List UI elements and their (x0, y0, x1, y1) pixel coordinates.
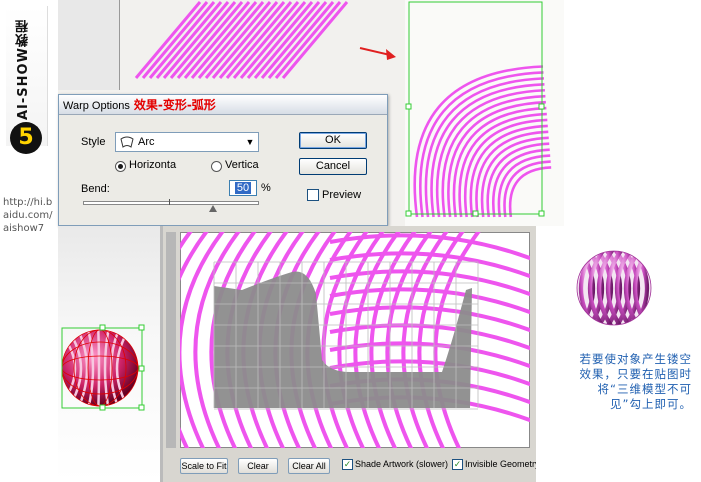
site-url: http://hi.b aidu.com/ aishow7 (3, 197, 53, 234)
title-annotation: 效果-变形-弧形 (133, 98, 216, 112)
hollow-3d-sphere (576, 250, 652, 326)
invisible-geometry-checkbox[interactable]: ✓ (452, 459, 463, 470)
selected-3d-sphere (61, 324, 145, 411)
scale-to-fit-button[interactable]: Scale to Fit (180, 458, 228, 474)
selection-handle (538, 103, 545, 110)
selection-handle (538, 210, 545, 217)
style-value: Arc (138, 136, 155, 148)
selection-handle (405, 210, 412, 217)
vertical-label[interactable]: Vertica (225, 159, 259, 171)
shade-artwork-checkbox[interactable]: ✓ (342, 459, 353, 470)
brand-logo-text: AI-SHOW教程 (16, 19, 31, 121)
arc-style-icon (120, 136, 134, 148)
bend-slider-center-tick (169, 199, 170, 205)
style-dropdown[interactable]: Arc ▼ (115, 132, 259, 152)
clear-all-button[interactable]: Clear All (288, 458, 330, 474)
vertical-radio[interactable] (211, 161, 222, 172)
tip-caption: 若要使对象产生镂空效果，只要在贴图时将“三维模型不可见”勾上即可。 (579, 352, 692, 411)
viewer-scrollbar[interactable] (166, 232, 176, 448)
artboard-left-panel (58, 0, 120, 90)
cancel-button[interactable]: Cancel (299, 158, 367, 175)
red-arrow-icon (359, 47, 396, 60)
style-label: Style (81, 136, 106, 148)
selection-handle (99, 324, 106, 331)
dialog-title: Warp Options (63, 100, 130, 112)
bend-unit: % (261, 182, 271, 194)
invisible-geometry-label[interactable]: Invisible Geometry (465, 459, 540, 469)
dialog-title-bar[interactable]: Warp Options 效果-变形-弧形 (59, 95, 387, 115)
shade-artwork-label[interactable]: Shade Artwork (slower) (355, 459, 448, 469)
bend-label: Bend: (81, 183, 110, 195)
preview-label[interactable]: Preview (322, 189, 361, 201)
horizontal-radio[interactable] (115, 161, 126, 172)
stripe (329, 323, 530, 351)
step-number-badge: 5 (10, 122, 42, 154)
map-art-preview (180, 232, 530, 448)
horizontal-label[interactable]: Horizonta (129, 159, 176, 171)
selection-handle (138, 324, 145, 331)
preview-checkbox[interactable] (307, 189, 319, 201)
selection-handle (138, 404, 145, 411)
selection-handle (99, 404, 106, 411)
bend-slider-thumb[interactable] (209, 205, 217, 212)
selection-handle (472, 210, 479, 217)
selection-handle (138, 365, 145, 372)
warp-options-dialog: Warp Options 效果-变形-弧形 Style Arc ▼ Horizon… (58, 94, 388, 226)
selection-handle (405, 103, 412, 110)
bend-input[interactable]: 50 (229, 180, 257, 196)
clear-button[interactable]: Clear (238, 458, 278, 474)
bend-value: 50 (234, 182, 252, 194)
bend-slider-track[interactable] (83, 201, 259, 205)
stripe (96, 330, 101, 406)
warped-arc-preview (405, 0, 564, 226)
stripe (329, 341, 530, 369)
chevron-down-icon[interactable]: ▼ (242, 133, 258, 151)
ok-button[interactable]: OK (299, 132, 367, 149)
